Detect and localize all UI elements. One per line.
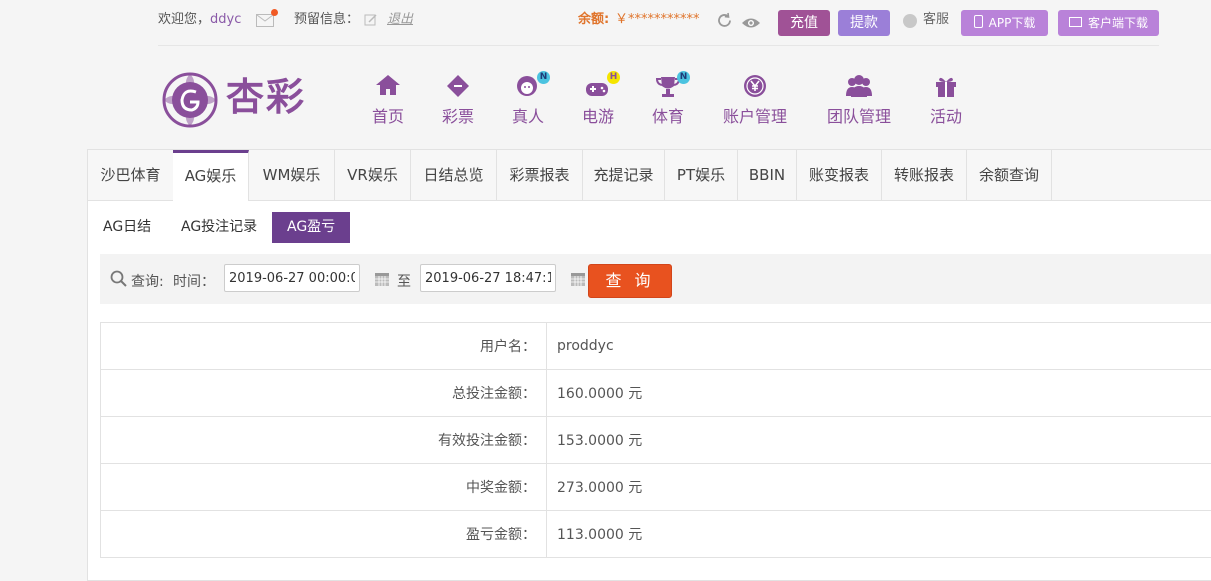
nav-label: 体育	[648, 103, 688, 127]
start-time-input[interactable]	[224, 264, 360, 292]
tab-pt[interactable]: PT娱乐	[665, 150, 738, 200]
withdraw-button[interactable]: 提款	[838, 10, 890, 36]
welcome-text: 欢迎您，ddyc	[158, 12, 241, 28]
balance-value: ￥***********	[615, 12, 700, 28]
report-panel: 沙巴体育 AG娱乐 WM娱乐 VR娱乐 日结总览 彩票报表 充提记录 PT娱乐 …	[87, 149, 1211, 581]
lottery-ticket-icon	[438, 74, 478, 100]
team-icon	[822, 74, 896, 100]
tab-deposit-withdraw-records[interactable]: 充提记录	[583, 150, 665, 200]
nav-label: 电游	[578, 103, 618, 127]
query-label: 查询:	[131, 271, 164, 291]
table-row: 中奖金额：273.0000 元	[101, 464, 1211, 511]
nav-badge: H	[607, 71, 620, 84]
nav-label: 账户管理	[718, 103, 792, 127]
client-download-label: 客户端下载	[1088, 16, 1148, 30]
row-label: 用户名：	[101, 323, 547, 370]
nav-home[interactable]: 首页	[368, 74, 408, 134]
nav-activity[interactable]: 活动	[926, 74, 966, 134]
tab-lottery-report[interactable]: 彩票报表	[497, 150, 583, 200]
tab-ag[interactable]: AG娱乐	[173, 150, 249, 201]
deposit-button[interactable]: 充值	[778, 10, 830, 36]
notification-dot	[271, 9, 278, 16]
customer-service-icon	[903, 14, 917, 28]
logout-link[interactable]: 退出	[387, 12, 413, 28]
calendar-icon[interactable]	[374, 271, 390, 291]
site-logo[interactable]: 杏彩	[160, 70, 320, 130]
report-tabs: 沙巴体育 AG娱乐 WM娱乐 VR娱乐 日结总览 彩票报表 充提记录 PT娱乐 …	[88, 150, 1211, 201]
tab-balance-query[interactable]: 余额查询	[967, 150, 1052, 200]
eye-icon[interactable]	[741, 14, 761, 33]
tab-saba-sports[interactable]: 沙巴体育	[88, 150, 174, 200]
row-value: proddyc	[547, 323, 1211, 370]
nav-live[interactable]: N 真人	[508, 74, 548, 134]
nav-sports[interactable]: N 体育	[648, 74, 688, 134]
tab-transfer-report[interactable]: 转账报表	[882, 150, 967, 200]
logo-text: 杏彩	[226, 74, 306, 120]
to-label: 至	[397, 271, 411, 291]
nav-label: 活动	[926, 103, 966, 127]
welcome-prefix: 欢迎您，	[158, 12, 210, 27]
nav-badge: N	[677, 71, 690, 84]
tab-bbin[interactable]: BBIN	[738, 150, 797, 200]
gamepad-icon: H	[578, 74, 618, 100]
row-value: 273.0000 元	[547, 464, 1211, 511]
nav-label: 真人	[508, 103, 548, 127]
row-value: 113.0000 元	[547, 511, 1211, 558]
nav-account[interactable]: 账户管理	[718, 74, 792, 134]
refresh-icon[interactable]	[716, 12, 733, 33]
app-download-label: APP下载	[989, 16, 1036, 30]
phone-icon	[974, 15, 983, 28]
nav-label: 团队管理	[822, 103, 896, 127]
table-row: 总投注金额：160.0000 元	[101, 370, 1211, 417]
query-button[interactable]: 查 询	[588, 264, 672, 298]
row-label: 中奖金额：	[101, 464, 547, 511]
search-icon	[110, 270, 127, 291]
nav-team[interactable]: 团队管理	[822, 74, 896, 134]
table-row: 有效投注金额：153.0000 元	[101, 417, 1211, 464]
tab-wm[interactable]: WM娱乐	[249, 150, 335, 200]
reserved-message-label: 预留信息：	[294, 12, 359, 28]
logo-emblem-icon	[160, 70, 220, 130]
time-label: 时间：	[173, 271, 215, 291]
balance-label: 余额:	[578, 12, 609, 28]
table-row: 用户名：proddyc	[101, 323, 1211, 370]
top-bar: 欢迎您，ddyc 预留信息： 退出 余额: ￥*********** 充值 提款…	[158, 0, 1159, 46]
nav-egame[interactable]: H 电游	[578, 74, 618, 134]
username: ddyc	[210, 12, 241, 27]
table-row: 盈亏金额：113.0000 元	[101, 511, 1211, 558]
tab-balance-change-report[interactable]: 账变报表	[797, 150, 882, 200]
monitor-icon	[1069, 17, 1082, 27]
profit-loss-table: 用户名：proddyc 总投注金额：160.0000 元 有效投注金额：153.…	[100, 322, 1211, 558]
calendar-icon[interactable]	[570, 271, 586, 291]
live-dealer-icon: N	[508, 74, 548, 100]
client-download-button[interactable]: 客户端下载	[1058, 10, 1159, 36]
subtab-ag-bet-records[interactable]: AG投注记录	[171, 212, 267, 243]
query-bar: 查询: 时间： 至 查 询	[100, 254, 1211, 304]
row-label: 总投注金额：	[101, 370, 547, 417]
nav-badge: N	[537, 71, 550, 84]
edit-icon[interactable]	[364, 12, 378, 31]
row-label: 盈亏金额：	[101, 511, 547, 558]
trophy-icon: N	[648, 74, 688, 100]
mail-icon[interactable]	[256, 12, 274, 25]
app-download-button[interactable]: APP下载	[961, 10, 1048, 36]
subtab-ag-profit-loss[interactable]: AG盈亏	[272, 212, 350, 243]
subtab-ag-daily[interactable]: AG日结	[93, 212, 161, 243]
row-value: 160.0000 元	[547, 370, 1211, 417]
tab-daily-overview[interactable]: 日结总览	[411, 150, 497, 200]
row-value: 153.0000 元	[547, 417, 1211, 464]
customer-service-link[interactable]: 客服	[923, 12, 949, 28]
gift-icon	[926, 74, 966, 100]
nav-label: 彩票	[438, 103, 478, 127]
nav-lottery[interactable]: 彩票	[438, 74, 478, 134]
home-icon	[368, 74, 408, 100]
yen-coin-icon	[718, 74, 792, 100]
row-label: 有效投注金额：	[101, 417, 547, 464]
end-time-input[interactable]	[420, 264, 556, 292]
nav-label: 首页	[368, 103, 408, 127]
tab-vr[interactable]: VR娱乐	[335, 150, 411, 200]
